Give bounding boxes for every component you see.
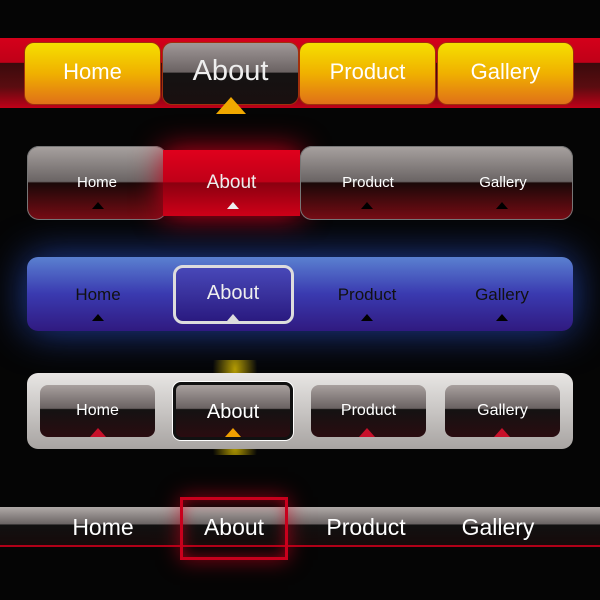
arrow-icon [361, 314, 373, 321]
menu-label: Home [63, 59, 122, 84]
menu1-item-gallery[interactable]: Gallery [438, 43, 573, 104]
menu3-item-gallery[interactable]: Gallery [434, 285, 570, 305]
menu-label: Home [76, 402, 119, 419]
menu-label: Product [340, 402, 397, 419]
menu-label: About [206, 401, 260, 423]
menu-label: Product [342, 174, 394, 191]
arrow-icon [227, 314, 239, 321]
arrow-icon [92, 314, 104, 321]
arrow-icon [92, 202, 104, 209]
menu5-item-product[interactable]: Product [301, 514, 431, 541]
arrow-icon [227, 202, 239, 209]
menu5-item-gallery[interactable]: Gallery [433, 514, 563, 541]
arrow-icon [496, 202, 508, 209]
menu-label: About [192, 55, 269, 87]
menu-label: Gallery [470, 59, 541, 84]
menu3-item-home-label[interactable]: Home [30, 285, 166, 305]
menu1-item-product[interactable]: Product [300, 43, 435, 104]
menu1-item-home[interactable]: Home [25, 43, 160, 104]
arrow-icon [225, 428, 241, 437]
arrow-icon [494, 428, 510, 437]
menu3-item-about[interactable]: About [165, 282, 301, 305]
menu1-item-about[interactable]: About [163, 43, 298, 104]
menu-label: Gallery [477, 402, 528, 419]
menu5-item-about[interactable]: About [169, 514, 299, 541]
arrow-icon [361, 202, 373, 209]
menu-label: Product [329, 59, 406, 84]
menu3-item-product[interactable]: Product [299, 285, 435, 305]
arrow-icon [90, 428, 106, 437]
menu-label: About [206, 172, 257, 193]
arrow-icon [496, 314, 508, 321]
menu-label: Gallery [479, 174, 527, 191]
selected-arrow-icon [216, 97, 246, 114]
arrow-icon [359, 428, 375, 437]
menu5-item-home[interactable]: Home [38, 514, 168, 541]
menu-label: Home [76, 174, 117, 191]
